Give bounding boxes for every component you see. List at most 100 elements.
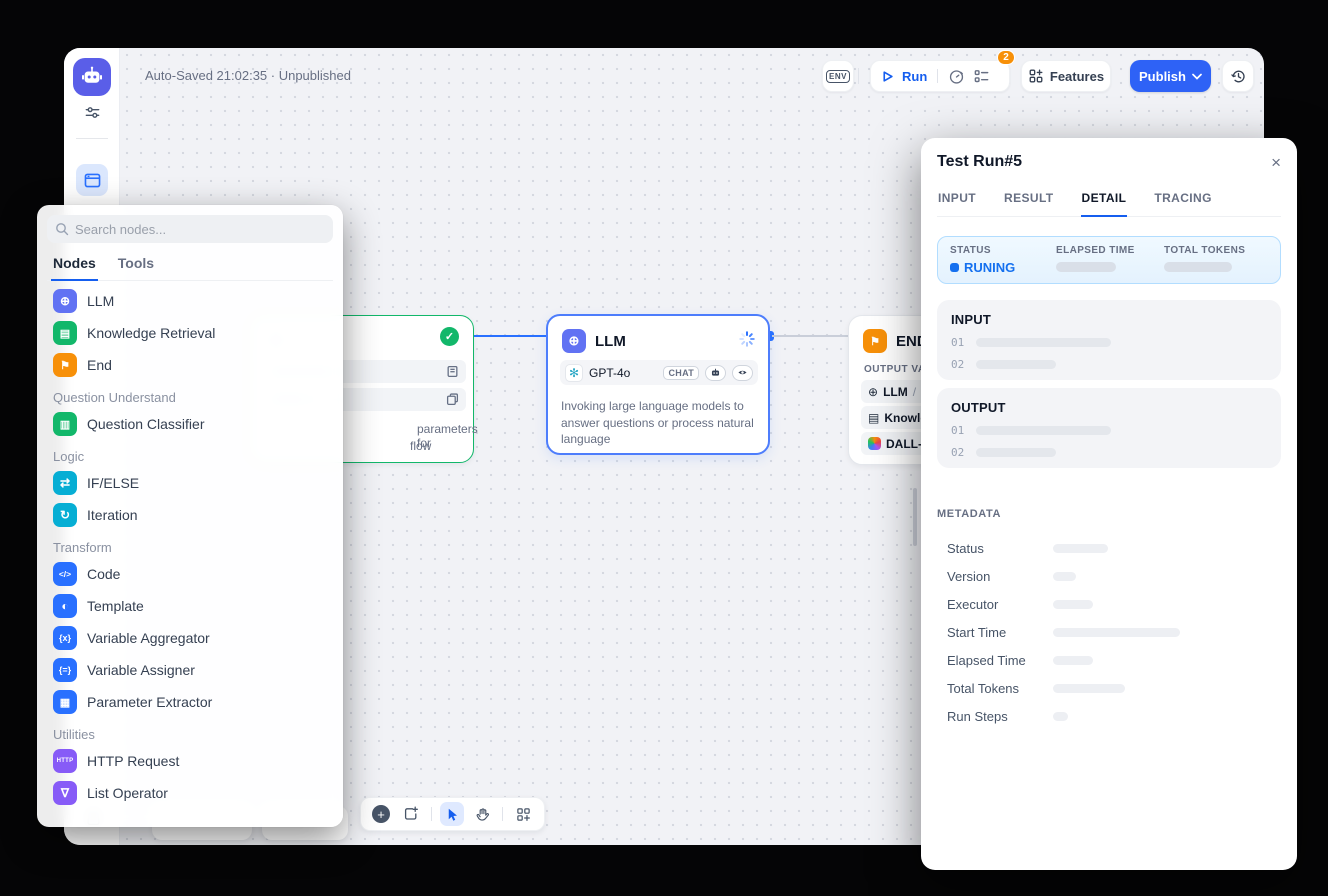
run-tab-tracing[interactable]: TRACING <box>1153 191 1212 217</box>
value-skeleton <box>976 426 1111 435</box>
node-item-code[interactable]: </>Code <box>47 558 333 590</box>
node-item-knowledge-retrieval[interactable]: ▤Knowledge Retrieval <box>47 317 333 349</box>
metadata-row: Executor <box>937 590 1281 618</box>
llm-node-description: Invoking large language models to answer… <box>561 398 759 448</box>
sidebar-divider <box>76 138 108 139</box>
checklist-badge: 2 <box>997 50 1015 65</box>
canvas-toolbar: + <box>360 797 545 831</box>
model-selector[interactable]: ✻ GPT-4o CHAT <box>560 360 758 385</box>
metadata-row: Total Tokens <box>937 674 1281 702</box>
vision-badge <box>732 365 753 381</box>
node-item-label: Parameter Extractor <box>87 694 212 710</box>
node-item-question-classifier[interactable]: ▥Question Classifier <box>47 408 333 440</box>
run-button[interactable]: Run <box>902 69 927 84</box>
node-item-parameter-extractor[interactable]: ▦Parameter Extractor <box>47 686 333 718</box>
knowledge-icon: ▤ <box>868 411 879 425</box>
output-card: OUTPUT 0102 <box>937 388 1281 468</box>
end-icon: ⚑ <box>53 353 77 377</box>
code-icon: </> <box>53 562 77 586</box>
iteration-icon: ↻ <box>53 503 77 527</box>
node-item-list-operator[interactable]: ∇List Operator <box>47 777 333 809</box>
variable-source-label: LLM <box>883 385 908 399</box>
node-item-variable-aggregator[interactable]: {x}Variable Aggregator <box>47 622 333 654</box>
pointer-tool-button[interactable] <box>440 802 464 826</box>
divider <box>937 69 938 83</box>
node-item-http-request[interactable]: HTTP HTTP Request <box>47 745 333 777</box>
knowledge-retrieval-icon: ▤ <box>53 321 77 345</box>
run-panel-tabs: INPUT RESULT DETAIL TRACING <box>937 191 1281 217</box>
metadata-row: Version <box>937 562 1281 590</box>
node-item-variable-assigner[interactable]: {=}Variable Assigner <box>47 654 333 686</box>
if-else-icon: ⇄ <box>53 471 77 495</box>
metadata-skeleton <box>1053 628 1180 637</box>
edge-start-llm <box>474 335 546 337</box>
node-item-llm[interactable]: ⊕LLM <box>47 285 333 317</box>
add-node-button[interactable]: + <box>369 802 393 826</box>
input-card-title: INPUT <box>951 312 1267 327</box>
run-button-group: Run <box>870 60 1010 92</box>
hand-tool-button[interactable] <box>470 802 494 826</box>
metadata-label: Start Time <box>947 625 1053 640</box>
preferences-sliders-icon[interactable] <box>83 103 101 121</box>
test-run-panel: Test Run#5 × INPUTRESULTDETAILTRACING ST… <box>921 138 1297 870</box>
node-search-box[interactable] <box>47 215 333 243</box>
node-item-iteration[interactable]: ↻Iteration <box>47 499 333 531</box>
run-tab-input[interactable]: INPUT <box>937 191 977 217</box>
workflow-window-icon[interactable] <box>76 164 108 196</box>
node-item-end[interactable]: ⚑End <box>47 349 333 381</box>
value-skeleton <box>976 338 1111 347</box>
toolbar-divider <box>858 68 859 84</box>
node-item-label: IF/ELSE <box>87 475 139 491</box>
organize-nodes-button[interactable] <box>511 802 535 826</box>
close-icon[interactable]: × <box>1271 154 1281 171</box>
node-item-label: HTTP Request <box>87 753 179 769</box>
metadata-skeleton <box>1053 544 1108 553</box>
node-search-input[interactable] <box>75 222 325 237</box>
row-number: 02 <box>951 446 964 459</box>
value-skeleton <box>976 448 1056 457</box>
total-tokens-skeleton <box>1164 262 1232 272</box>
metadata-skeleton <box>1053 656 1093 665</box>
llm-icon: ⊕ <box>53 289 77 313</box>
stopwatch-icon[interactable] <box>948 68 965 85</box>
metadata-row: Run Steps <box>937 702 1281 730</box>
tab-tools[interactable]: Tools <box>116 253 156 281</box>
metadata-label: Elapsed Time <box>947 653 1053 668</box>
dall-e-icon <box>868 437 881 450</box>
io-row: 01 <box>951 336 1267 349</box>
add-note-button[interactable] <box>399 802 423 826</box>
chevron-down-icon <box>1192 73 1202 80</box>
io-row: 02 <box>951 358 1267 371</box>
tab-nodes[interactable]: Nodes <box>51 253 98 281</box>
node-group-title: Question Understand <box>53 390 327 405</box>
node-item-template[interactable]: ◐Template <box>47 590 333 622</box>
separator: / <box>913 385 916 399</box>
running-spinner-icon <box>738 330 756 353</box>
node-item-label: Template <box>87 598 144 614</box>
metadata-skeleton <box>1053 684 1125 693</box>
gpt-4o-icon: ✻ <box>565 364 583 382</box>
llm-node[interactable]: ⊕ LLM ✻ GPT-4o CHAT <box>546 314 770 455</box>
metadata-label: Version <box>947 569 1053 584</box>
run-tab-result[interactable]: RESULT <box>1003 191 1055 217</box>
features-button[interactable]: Features <box>1021 60 1111 92</box>
io-row: 02 <box>951 446 1267 459</box>
http-request-icon: HTTP <box>53 749 77 773</box>
canvas-scrollbar[interactable] <box>913 488 917 546</box>
features-icon <box>1028 68 1044 84</box>
node-search-panel: Nodes Tools ⊕LLM▤Knowledge Retrieval⚑End Q… <box>37 205 343 827</box>
total-tokens-label: TOTAL TOKENS <box>1164 245 1245 256</box>
node-panel-tabs: Nodes Tools <box>47 243 333 281</box>
llm-node-title: LLM <box>595 333 626 350</box>
node-item-if-else[interactable]: ⇄ IF/ELSE <box>47 467 333 499</box>
checklist-icon[interactable] <box>973 68 990 85</box>
copies-icon <box>446 393 459 406</box>
agent-badge <box>705 365 726 381</box>
history-button[interactable] <box>1222 60 1254 92</box>
run-tab-detail[interactable]: DETAIL <box>1081 191 1128 217</box>
status-card: STATUS RUNING ELAPSED TIME TOTAL TOKENS <box>937 236 1281 284</box>
publish-button[interactable]: Publish <box>1130 60 1211 92</box>
metadata-skeleton <box>1053 600 1093 609</box>
app-logo-robot-icon[interactable] <box>73 58 111 96</box>
env-button[interactable]: ENV <box>822 60 854 92</box>
